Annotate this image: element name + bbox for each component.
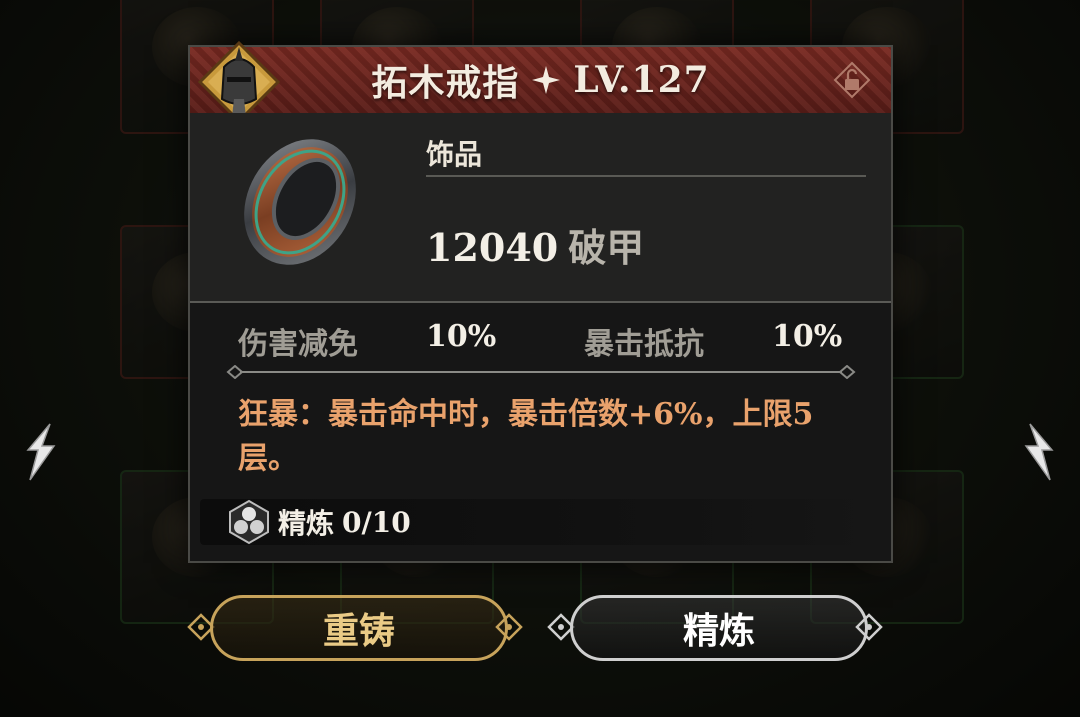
main-stat-name: 破甲 (568, 225, 645, 270)
substat-value: 10% (426, 319, 497, 354)
ring-item-image (244, 139, 356, 265)
previous-arrow-icon[interactable] (20, 420, 60, 484)
refine-crystal-icon (229, 499, 269, 545)
item-name: 拓木戒指 (371, 62, 520, 104)
title-bar: 拓木戒指 LV.127 (190, 47, 891, 115)
refine-button[interactable]: 精炼 (570, 595, 868, 661)
refine-count: 0/10 (342, 505, 411, 539)
ornamental-divider (226, 365, 856, 379)
item-detail-panel: 拓木戒指 LV.127 饰品 12040 破甲 伤害减免 10% 暴击抵抗 10… (188, 40, 893, 563)
game-screen: 拓木戒指 LV.127 饰品 12040 破甲 伤害减免 10% 暴击抵抗 10… (0, 0, 1080, 717)
substat-row: 伤害减免 10% 暴击抵抗 10% (238, 319, 848, 363)
item-title: 拓木戒指 LV.127 (371, 54, 709, 106)
next-arrow-icon[interactable] (1020, 420, 1060, 484)
button-ornament-icon (495, 613, 523, 641)
substat-name: 暴击抵抗 (584, 327, 704, 362)
category-divider (426, 175, 866, 177)
item-level: LV.127 (573, 59, 710, 101)
item-header-section: 饰品 12040 破甲 (190, 113, 891, 303)
unlocked-padlock-icon[interactable] (833, 61, 871, 99)
reforge-button[interactable]: 重铸 (210, 595, 508, 661)
substat-name: 伤害减免 (238, 327, 358, 362)
refine-progress-bar: 精炼 0/10 (200, 499, 880, 545)
main-stat-value: 12040 (426, 225, 559, 270)
item-category: 饰品 (426, 138, 483, 171)
four-point-star-icon (532, 66, 561, 94)
item-effect-text: 狂暴：暴击命中时，暴击倍数+6%，上限5层。 (238, 397, 814, 476)
substat-value: 10% (772, 319, 843, 354)
refine-label: 精炼 (278, 507, 335, 540)
button-ornament-icon (855, 613, 883, 641)
main-stat: 12040 破甲 (426, 217, 644, 272)
